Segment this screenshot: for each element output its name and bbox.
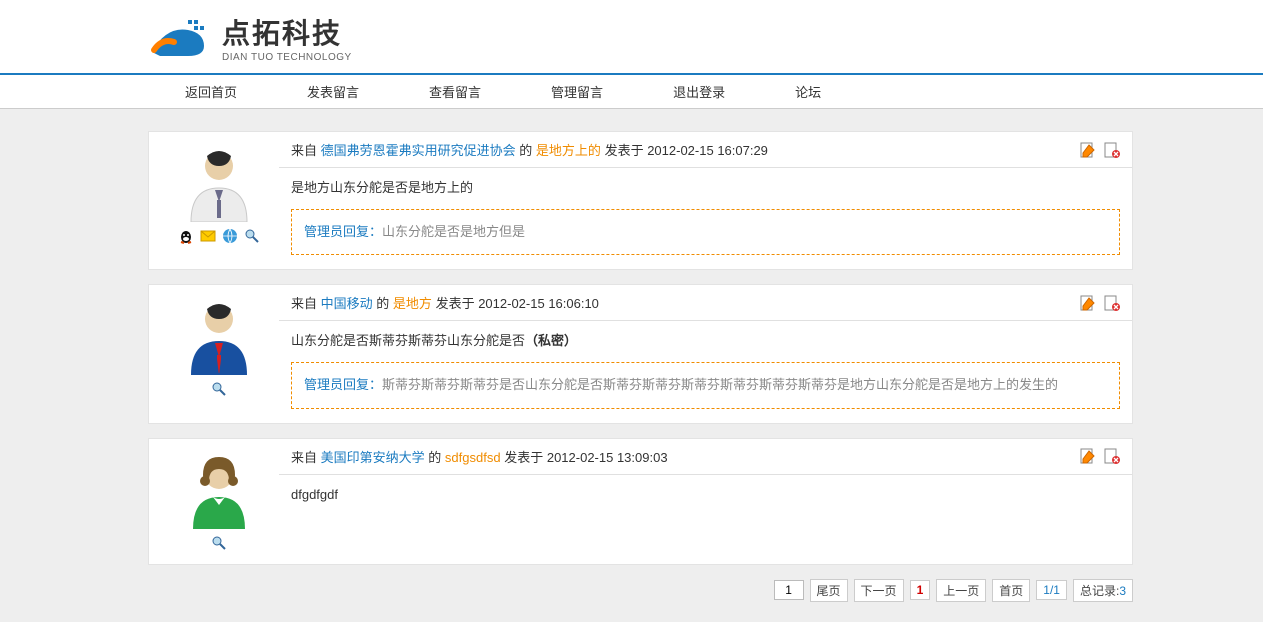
posted-label: 发表于 [436,296,475,311]
from-label: 来自 [291,450,317,465]
from-label: 来自 [291,296,317,311]
admin-reply-text: 斯蒂芬斯蒂芬斯蒂芬是否山东分舵是否斯蒂芬斯蒂芬斯蒂芬斯蒂芬斯蒂芬斯蒂芬是地方山东… [382,377,1058,392]
posted-label: 发表于 [605,143,644,158]
email-icon[interactable] [200,228,216,247]
message-card: 来自 德国弗劳恩霍弗实用研究促进协会 的 是地方上的 发表于 2012-02-1… [148,131,1133,270]
admin-reply-label: 管理员回复： [304,377,382,392]
message-source[interactable]: 德国弗劳恩霍弗实用研究促进协会 [321,143,516,158]
message-time: 2012-02-15 16:06:10 [478,296,599,311]
nav-forum[interactable]: 论坛 [760,75,856,108]
of-label: 的 [428,450,441,465]
pagination: 尾页 下一页 1 上一页 首页 1/1 总记录:3 [148,579,1133,622]
page-info: 1/1 [1036,580,1067,600]
admin-reply-text: 山东分舵是否是地方但是 [382,224,525,239]
header: 点拓科技 DIAN TUO TECHNOLOGY [0,0,1263,73]
logo: 点拓科技 DIAN TUO TECHNOLOGY [148,12,1263,63]
website-icon[interactable] [222,228,238,247]
search-icon[interactable] [244,228,260,247]
message-body: dfgdfgdf [291,485,1120,506]
message-meta: 来自 中国移动 的 是地方 发表于 2012-02-15 16:06:10 [279,285,1132,321]
page-total: 总记录:3 [1073,579,1133,602]
qq-icon[interactable] [178,228,194,247]
page-input[interactable] [774,580,804,600]
message-card: 来自 美国印第安纳大学 的 sdfgsdfsd 发表于 2012-02-15 1… [148,438,1133,565]
edit-icon[interactable] [1080,295,1096,311]
private-flag: （私密） [525,333,577,348]
message-body: 山东分舵是否斯蒂芬斯蒂芬山东分舵是否（私密） [291,331,1120,352]
message-time: 2012-02-15 13:09:03 [547,450,668,465]
delete-icon[interactable] [1104,295,1120,311]
nav-logout[interactable]: 退出登录 [638,75,760,108]
nav-home[interactable]: 返回首页 [150,75,272,108]
of-label: 的 [519,143,532,158]
avatar-column [149,132,279,269]
message-meta: 来自 德国弗劳恩霍弗实用研究促进协会 的 是地方上的 发表于 2012-02-1… [279,132,1132,168]
admin-reply-box: 管理员回复：山东分舵是否是地方但是 [291,209,1120,256]
message-source[interactable]: 美国印第安纳大学 [321,450,425,465]
logo-text-cn: 点拓科技 [222,12,352,52]
page-next[interactable]: 下一页 [854,579,904,602]
logo-text-en: DIAN TUO TECHNOLOGY [222,52,352,63]
page-last[interactable]: 尾页 [810,579,848,602]
edit-icon[interactable] [1080,448,1096,464]
search-icon[interactable] [211,535,227,554]
nav-post[interactable]: 发表留言 [272,75,394,108]
message-source[interactable]: 中国移动 [321,296,373,311]
avatar [179,142,259,222]
message-body: 是地方山东分舵是否是地方上的 [291,178,1120,199]
message-title[interactable]: sdfgsdfsd [445,450,501,465]
message-list: 来自 德国弗劳恩霍弗实用研究促进协会 的 是地方上的 发表于 2012-02-1… [148,131,1133,622]
message-title[interactable]: 是地方上的 [536,143,601,158]
delete-icon[interactable] [1104,142,1120,158]
from-label: 来自 [291,143,317,158]
page-current[interactable]: 1 [910,580,931,600]
message-meta: 来自 美国印第安纳大学 的 sdfgsdfsd 发表于 2012-02-15 1… [279,439,1132,475]
search-icon[interactable] [211,381,227,400]
admin-reply-label: 管理员回复： [304,224,382,239]
delete-icon[interactable] [1104,448,1120,464]
avatar-column [149,285,279,422]
avatar [179,449,259,529]
nav-bar: 返回首页 发表留言 查看留言 管理留言 退出登录 论坛 [0,73,1263,109]
message-card: 来自 中国移动 的 是地方 发表于 2012-02-15 16:06:10 山东… [148,284,1133,423]
edit-icon[interactable] [1080,142,1096,158]
avatar-column [149,439,279,564]
nav-view[interactable]: 查看留言 [394,75,516,108]
message-time: 2012-02-15 16:07:29 [647,143,768,158]
admin-reply-box: 管理员回复：斯蒂芬斯蒂芬斯蒂芬是否山东分舵是否斯蒂芬斯蒂芬斯蒂芬斯蒂芬斯蒂芬斯蒂… [291,362,1120,409]
contact-icons [159,228,279,247]
message-title[interactable]: 是地方 [393,296,432,311]
of-label: 的 [376,296,389,311]
posted-label: 发表于 [504,450,543,465]
page-first[interactable]: 首页 [992,579,1030,602]
nav-manage[interactable]: 管理留言 [516,75,638,108]
avatar [179,295,259,375]
page-prev[interactable]: 上一页 [936,579,986,602]
logo-icon [148,16,212,60]
